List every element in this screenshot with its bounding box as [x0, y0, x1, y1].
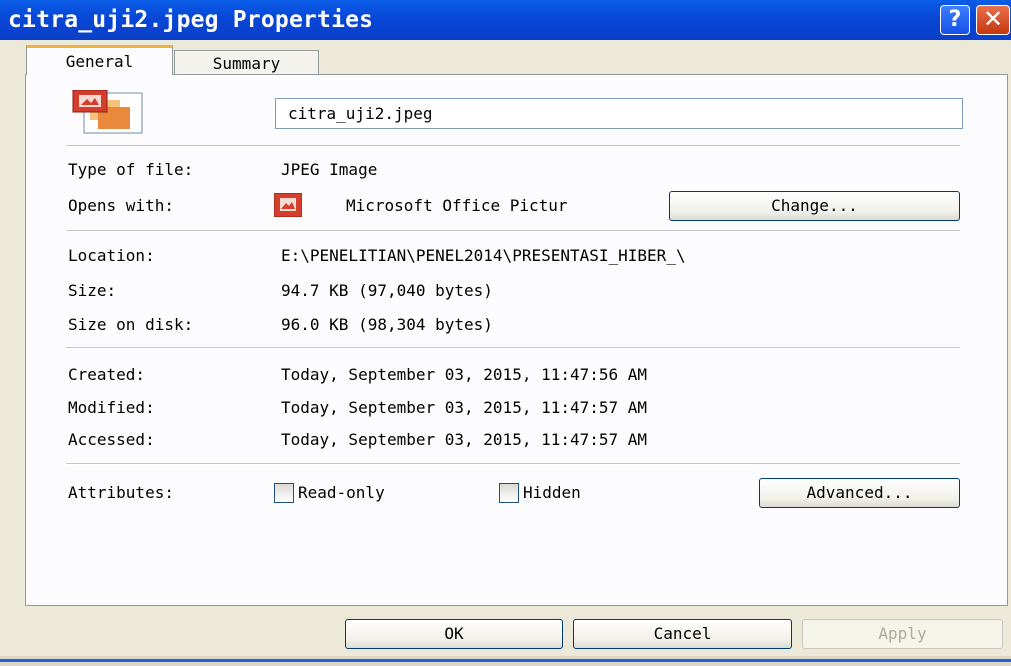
help-button[interactable]: ? [940, 5, 970, 35]
title-bar[interactable]: citra_uji2.jpeg Properties ? ✕ [0, 0, 1011, 40]
window-title: citra_uji2.jpeg Properties [8, 7, 374, 33]
divider [66, 347, 960, 349]
apply-button[interactable]: Apply [802, 619, 1003, 649]
change-button[interactable]: Change... [669, 191, 960, 221]
picture-manager-file-icon [72, 90, 143, 134]
cancel-button[interactable]: Cancel [573, 619, 792, 649]
modified-label: Modified: [68, 398, 155, 417]
created-label: Created: [68, 365, 146, 384]
attributes-label: Attributes: [68, 483, 174, 502]
opens-with-value: Microsoft Office Pictur [346, 196, 568, 215]
size-value: 94.7 KB (97,040 bytes) [281, 281, 493, 300]
hidden-label[interactable]: Hidden [523, 483, 581, 503]
read-only-label[interactable]: Read-only [298, 483, 385, 503]
accessed-value: Today, September 03, 2015, 11:47:57 AM [281, 430, 648, 449]
filename-field[interactable]: citra_uji2.jpeg [275, 98, 963, 129]
general-tab-panel [25, 74, 1008, 606]
size-label: Size: [68, 281, 117, 300]
divider [66, 145, 960, 147]
read-only-checkbox[interactable] [274, 483, 294, 503]
properties-dialog: citra_uji2.jpeg Properties ? ✕ General S… [0, 0, 1011, 666]
modified-value: Today, September 03, 2015, 11:47:57 AM [281, 398, 648, 417]
created-value: Today, September 03, 2015, 11:47:56 AM [281, 365, 648, 384]
ok-button[interactable]: OK [345, 619, 563, 649]
tab-summary[interactable]: Summary [174, 50, 319, 75]
hidden-checkbox[interactable] [499, 483, 519, 503]
location-label: Location: [68, 246, 155, 265]
advanced-button[interactable]: Advanced... [759, 478, 960, 508]
opens-with-label: Opens with: [68, 196, 174, 215]
tab-general[interactable]: General [26, 45, 173, 75]
size-on-disk-value: 96.0 KB (98,304 bytes) [281, 315, 493, 334]
taskbar-edge [0, 659, 1011, 662]
divider [66, 230, 960, 232]
size-on-disk-label: Size on disk: [68, 315, 194, 334]
type-of-file-value: JPEG Image [281, 160, 378, 179]
picture-manager-icon [274, 193, 302, 217]
location-value: E:\PENELITIAN\PENEL2014\PRESENTASI_HIBER… [281, 246, 686, 265]
type-of-file-label: Type of file: [68, 160, 194, 179]
accessed-label: Accessed: [68, 430, 155, 449]
close-button[interactable]: ✕ [976, 5, 1010, 35]
divider [66, 463, 960, 465]
